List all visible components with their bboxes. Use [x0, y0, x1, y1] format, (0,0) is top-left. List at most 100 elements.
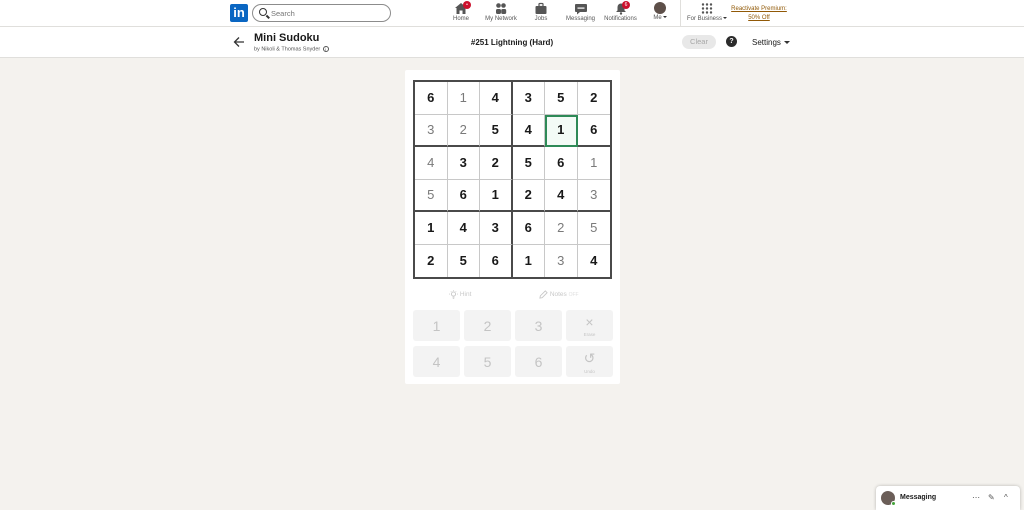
- notes-state: OFF: [568, 292, 579, 299]
- info-icon[interactable]: i: [322, 46, 329, 52]
- nav-notifications-label: Notifications: [604, 16, 637, 22]
- online-status-dot: [891, 501, 896, 506]
- key-4[interactable]: 4: [413, 346, 460, 377]
- settings-menu[interactable]: Settings: [752, 38, 790, 47]
- key-3[interactable]: 3: [515, 310, 562, 341]
- hint-label: Hint: [459, 291, 472, 299]
- sudoku-cell[interactable]: 6: [512, 212, 545, 245]
- sudoku-cell[interactable]: 3: [512, 82, 545, 115]
- search-icon: [259, 8, 267, 16]
- sudoku-cell[interactable]: 5: [448, 244, 480, 277]
- premium-line-2: 50% Off: [748, 15, 770, 21]
- sudoku-cell[interactable]: 4: [512, 114, 545, 147]
- nav-messaging-label: Messaging: [565, 16, 595, 22]
- key-2[interactable]: 2: [464, 310, 511, 341]
- sudoku-cell[interactable]: 1: [447, 82, 480, 115]
- key-1[interactable]: 1: [413, 310, 460, 341]
- sudoku-cell[interactable]: 5: [480, 114, 513, 147]
- sudoku-cell[interactable]: 4: [545, 179, 578, 212]
- nav-jobs-label: Jobs: [534, 16, 548, 22]
- sudoku-cell[interactable]: 2: [447, 114, 480, 147]
- sudoku-cell[interactable]: 2: [577, 82, 610, 115]
- sudoku-cell[interactable]: 2: [545, 212, 578, 245]
- sudoku-cell[interactable]: 1: [513, 244, 545, 277]
- sudoku-cell[interactable]: 3: [577, 180, 610, 212]
- erase-button[interactable]: × Erase: [566, 310, 613, 341]
- sudoku-cell[interactable]: 4: [415, 147, 448, 180]
- lightbulb-icon: [449, 290, 458, 299]
- nav-home[interactable]: • Home: [450, 1, 472, 26]
- sudoku-cell[interactable]: 4: [578, 245, 611, 278]
- sudoku-cell[interactable]: 1: [545, 114, 578, 147]
- network-icon: [496, 3, 507, 14]
- nav-divider: [680, 0, 681, 27]
- sudoku-cell[interactable]: 3: [415, 114, 448, 147]
- sudoku-cell[interactable]: 5: [545, 82, 578, 115]
- notes-label: Notes: [549, 291, 567, 299]
- chevron-down-icon: [662, 16, 667, 19]
- nav-me-label: Me: [653, 15, 662, 21]
- nav-network-label: My Network: [485, 16, 517, 22]
- puzzle-id: #251 Lightning (Hard): [470, 38, 554, 47]
- sudoku-panel: 614352325416432561561243143625256134 Hin…: [405, 70, 620, 384]
- sudoku-cell[interactable]: 5: [415, 179, 448, 212]
- sudoku-cell[interactable]: 6: [447, 179, 480, 212]
- nav-messaging[interactable]: Messaging: [565, 2, 596, 26]
- linkedin-logo[interactable]: in: [230, 4, 248, 22]
- sudoku-cell[interactable]: 3: [480, 212, 513, 245]
- sudoku-cell[interactable]: 3: [447, 147, 480, 180]
- nav-jobs[interactable]: Jobs: [531, 2, 551, 26]
- nav-for-business[interactable]: For Business: [686, 2, 728, 26]
- sudoku-cell[interactable]: 5: [577, 212, 610, 245]
- search-input[interactable]: [271, 7, 386, 19]
- key-sublabel: Undo: [584, 368, 595, 374]
- sudoku-cell[interactable]: 4: [480, 82, 513, 115]
- sudoku-cell[interactable]: 2: [415, 244, 448, 277]
- sudoku-cell[interactable]: 1: [480, 179, 513, 212]
- nav-my-network[interactable]: My Network: [483, 2, 519, 26]
- game-byline: by Nikoli & Thomas Snyder i: [254, 46, 329, 52]
- key-6[interactable]: 6: [515, 346, 562, 377]
- key-5[interactable]: 5: [464, 346, 511, 377]
- clear-button[interactable]: Clear: [682, 35, 716, 49]
- game-title: Mini Sudoku: [254, 32, 320, 44]
- sudoku-cell[interactable]: 2: [512, 179, 545, 212]
- collapse-chevron-icon[interactable]: ^: [1004, 493, 1008, 502]
- sudoku-cell[interactable]: 1: [415, 212, 448, 245]
- nav-business-label: For Business: [686, 16, 722, 22]
- sudoku-cell[interactable]: 6: [545, 147, 578, 180]
- back-arrow-icon[interactable]: [233, 36, 245, 48]
- more-options-icon[interactable]: ⋯: [972, 493, 980, 502]
- compose-icon[interactable]: ✎: [988, 493, 995, 502]
- sudoku-cell[interactable]: 6: [577, 115, 610, 147]
- sudoku-cell[interactable]: 4: [447, 212, 480, 245]
- sudoku-cell[interactable]: 1: [577, 147, 610, 180]
- notes-toggle[interactable]: Notes OFF: [539, 290, 579, 299]
- key-label: 1: [432, 317, 441, 334]
- hint-button[interactable]: Hint: [449, 290, 471, 299]
- chevron-down-icon: [723, 17, 727, 20]
- undo-icon: ↺: [583, 349, 596, 366]
- home-badge: •: [463, 1, 471, 9]
- chat-icon: [574, 4, 587, 15]
- search-box[interactable]: [252, 4, 391, 22]
- sudoku-cell[interactable]: 6: [415, 82, 448, 115]
- key-label: 5: [483, 353, 492, 370]
- undo-button[interactable]: ↺ Undo: [566, 346, 613, 377]
- key-label: 6: [534, 353, 543, 370]
- settings-label: Settings: [752, 38, 781, 47]
- nav-notifications[interactable]: 6 Notifications: [603, 1, 638, 26]
- sudoku-cell[interactable]: 3: [545, 244, 578, 277]
- game-header: Mini Sudoku by Nikoli & Thomas Snyder i …: [0, 27, 1024, 58]
- nav-me[interactable]: Me: [650, 2, 670, 26]
- sudoku-cell[interactable]: 6: [480, 244, 513, 277]
- number-keypad: 1 2 3 × Erase 4 5 6 ↺ Undo: [413, 310, 613, 377]
- sudoku-cell[interactable]: 5: [512, 147, 545, 180]
- key-label: 2: [483, 317, 492, 334]
- sudoku-cell[interactable]: 2: [480, 147, 513, 180]
- messaging-dock-title: Messaging: [900, 494, 937, 501]
- help-icon[interactable]: ?: [726, 36, 737, 47]
- messaging-dock[interactable]: Messaging ⋯ ✎ ^: [876, 486, 1020, 510]
- notifications-badge: 6: [622, 1, 630, 9]
- reactivate-premium-link[interactable]: Reactivate Premium: 50% Off: [728, 5, 790, 23]
